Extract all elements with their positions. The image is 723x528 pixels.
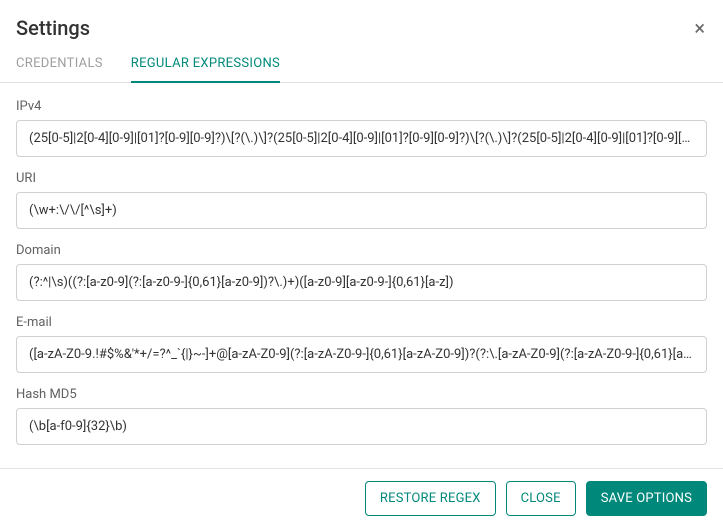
field-group-ipv4: IPv4 (16, 99, 707, 157)
modal-header: Settings × (0, 0, 723, 40)
input-domain[interactable] (16, 264, 707, 301)
label-ipv4: IPv4 (16, 99, 707, 114)
field-group-md5: Hash MD5 (16, 387, 707, 445)
input-uri[interactable] (16, 192, 707, 229)
field-group-uri: URI (16, 171, 707, 229)
label-email: E-mail (16, 315, 707, 330)
restore-regex-button[interactable]: RESTORE REGEX (365, 481, 496, 516)
label-uri: URI (16, 171, 707, 186)
label-domain: Domain (16, 243, 707, 258)
settings-modal: Settings × CREDENTIALS REGULAR EXPRESSIO… (0, 0, 723, 528)
save-options-button[interactable]: SAVE OPTIONS (586, 481, 707, 516)
input-ipv4[interactable] (16, 120, 707, 157)
modal-body: IPv4 URI Domain E-mail Hash MD5 (0, 83, 723, 468)
close-button[interactable]: CLOSE (506, 481, 576, 516)
input-md5[interactable] (16, 408, 707, 445)
field-group-email: E-mail (16, 315, 707, 373)
modal-title: Settings (16, 16, 90, 40)
tab-regular-expressions[interactable]: REGULAR EXPRESSIONS (131, 56, 280, 83)
tab-credentials[interactable]: CREDENTIALS (16, 56, 103, 83)
label-md5: Hash MD5 (16, 387, 707, 402)
modal-footer: RESTORE REGEX CLOSE SAVE OPTIONS (0, 468, 723, 528)
tabs: CREDENTIALS REGULAR EXPRESSIONS (0, 40, 723, 83)
close-icon[interactable]: × (692, 18, 707, 38)
input-email[interactable] (16, 336, 707, 373)
field-group-domain: Domain (16, 243, 707, 301)
